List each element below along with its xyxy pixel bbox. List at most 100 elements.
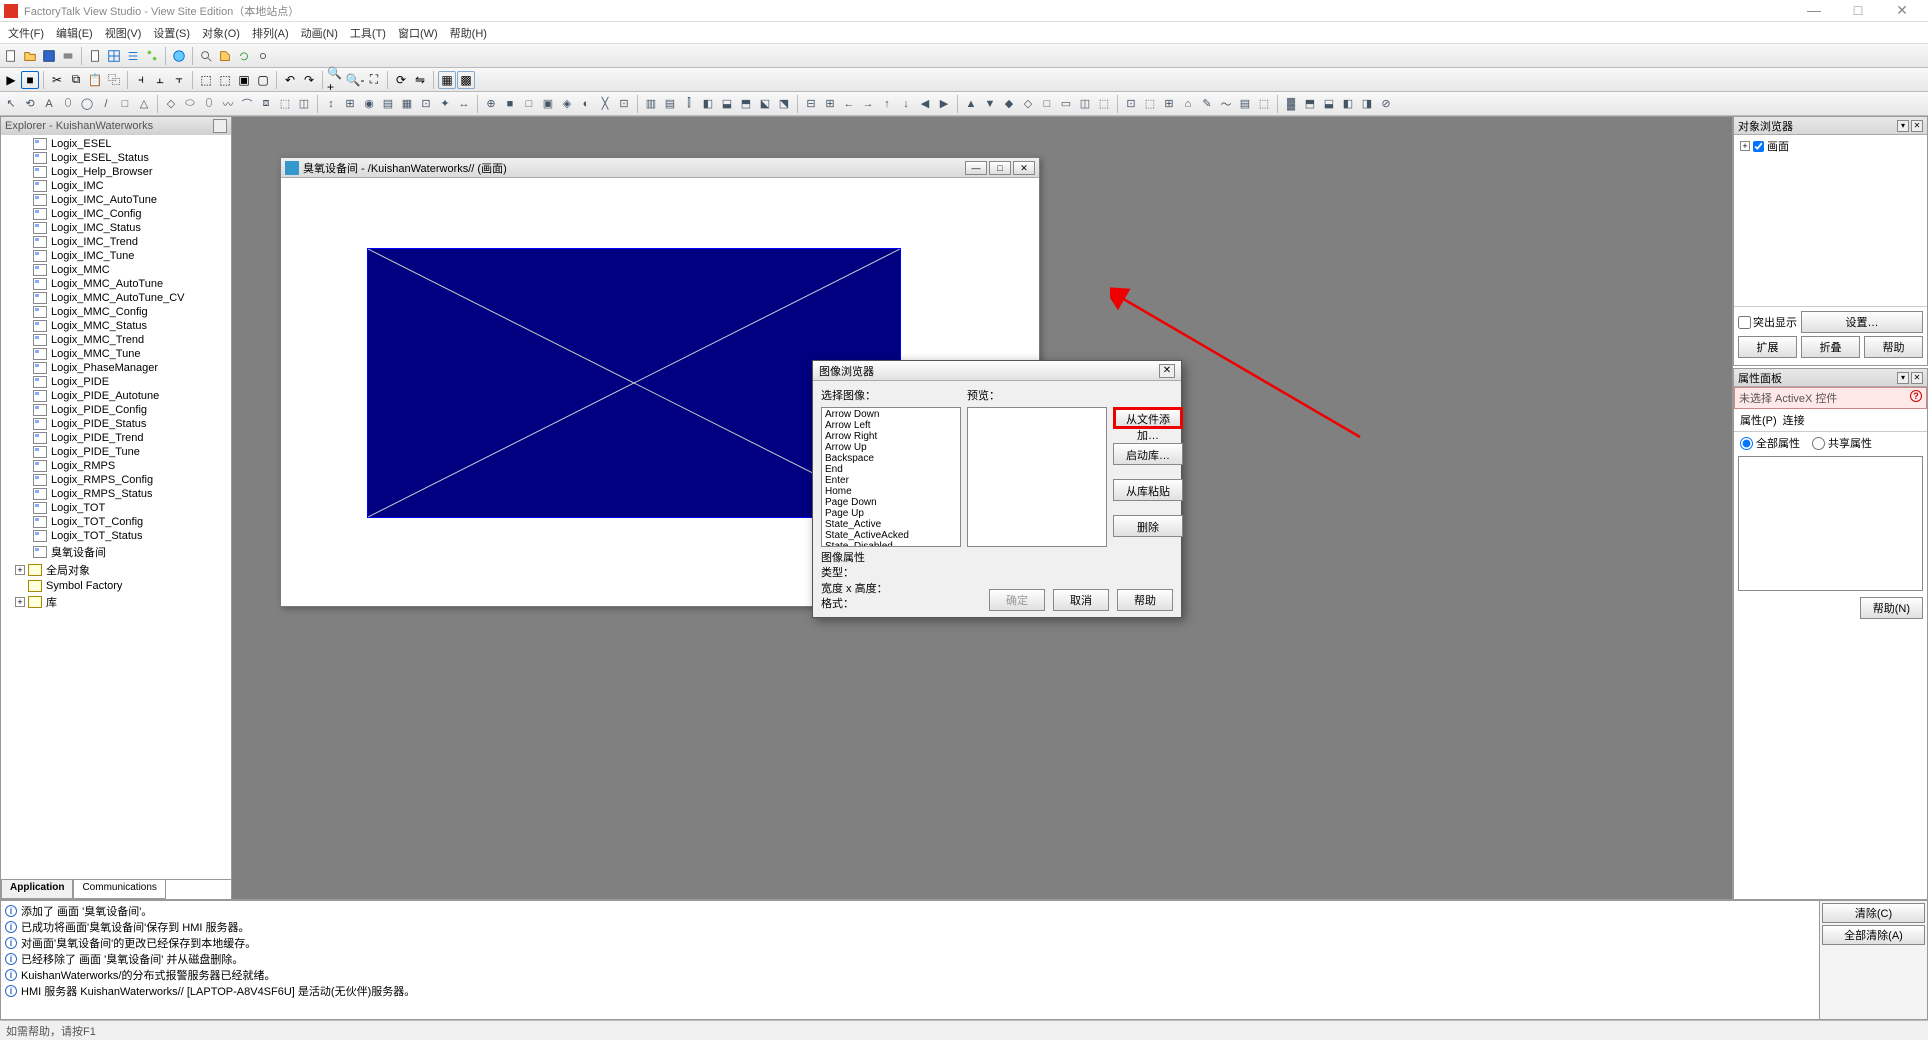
- tree-item[interactable]: Logix_MMC_Tune: [3, 347, 229, 361]
- tool-31[interactable]: ⊡: [615, 95, 633, 113]
- tool-64[interactable]: ▓: [1282, 95, 1300, 113]
- tool-21[interactable]: ⊡: [417, 95, 435, 113]
- tree-item[interactable]: Logix_PIDE_Config: [3, 403, 229, 417]
- tab-connection[interactable]: 连接: [1783, 412, 1805, 428]
- doc-icon[interactable]: [86, 47, 104, 65]
- tool-34[interactable]: ⫿: [680, 95, 698, 113]
- list-icon[interactable]: [124, 47, 142, 65]
- radio-all-properties[interactable]: 全部属性: [1740, 435, 1800, 451]
- open-icon[interactable]: [21, 47, 39, 65]
- tree-item[interactable]: Logix_TOT: [3, 501, 229, 515]
- tree-item[interactable]: Logix_PIDE_Status: [3, 417, 229, 431]
- tool-51[interactable]: ◇: [1019, 95, 1037, 113]
- image-list-item[interactable]: Page Up: [823, 508, 959, 519]
- property-listbox[interactable]: [1738, 456, 1923, 591]
- tree-item[interactable]: Logix_RMPS: [3, 459, 229, 473]
- menu-编辑[interactable]: 编辑(E): [50, 25, 99, 41]
- tool-66[interactable]: ⬓: [1320, 95, 1338, 113]
- maximize-button[interactable]: □: [1836, 0, 1880, 22]
- tool-20[interactable]: ▦: [398, 95, 416, 113]
- image-listbox[interactable]: Arrow DownArrow LeftArrow RightArrow UpB…: [821, 407, 961, 547]
- expand-button[interactable]: 扩展: [1738, 336, 1797, 358]
- align-right-icon[interactable]: ⫟: [170, 71, 188, 89]
- doc-close-button[interactable]: ✕: [1013, 161, 1035, 175]
- panel-close-icon[interactable]: ✕: [1911, 372, 1923, 384]
- tool-54[interactable]: ◫: [1076, 95, 1094, 113]
- tree-item[interactable]: Logix_PIDE_Autotune: [3, 389, 229, 403]
- tool-14[interactable]: ⬚: [276, 95, 294, 113]
- minimize-button[interactable]: —: [1792, 0, 1836, 22]
- tree-item[interactable]: Logix_MMC_Config: [3, 305, 229, 319]
- tool-10[interactable]: ⬯: [200, 95, 218, 113]
- tree-item[interactable]: Logix_TOT_Status: [3, 529, 229, 543]
- tool-69[interactable]: ⊘: [1377, 95, 1395, 113]
- tag-icon[interactable]: [216, 47, 234, 65]
- tree-item[interactable]: Logix_IMC_Status: [3, 221, 229, 235]
- menu-动画[interactable]: 动画(N): [295, 25, 344, 41]
- image-list-item[interactable]: Page Down: [823, 497, 959, 508]
- tool-52[interactable]: □: [1038, 95, 1056, 113]
- obj-tree-root[interactable]: +画面: [1736, 137, 1925, 155]
- tool-7[interactable]: △: [135, 95, 153, 113]
- menu-对象[interactable]: 对象(O): [196, 25, 246, 41]
- tool-55[interactable]: ⬚: [1095, 95, 1113, 113]
- tool-40[interactable]: ⊟: [802, 95, 820, 113]
- image-list-item[interactable]: Arrow Left: [823, 420, 959, 431]
- duplicate-icon[interactable]: ⿻: [105, 71, 123, 89]
- tool-50[interactable]: ◆: [1000, 95, 1018, 113]
- zoom-in-icon[interactable]: 🔍+: [327, 71, 345, 89]
- tool-28[interactable]: ◈: [558, 95, 576, 113]
- panel-close-icon[interactable]: ✕: [1911, 120, 1923, 132]
- tool-39[interactable]: ⬔: [775, 95, 793, 113]
- image-list-item[interactable]: Arrow Down: [823, 409, 959, 420]
- tool-22[interactable]: ✦: [436, 95, 454, 113]
- collapse-button[interactable]: 折叠: [1801, 336, 1860, 358]
- snap-icon[interactable]: ▦: [438, 71, 456, 89]
- tree-item[interactable]: Logix_Help_Browser: [3, 165, 229, 179]
- tool-56[interactable]: ⊡: [1122, 95, 1140, 113]
- dialog-close-button[interactable]: ✕: [1159, 364, 1175, 378]
- tool-41[interactable]: ⊞: [821, 95, 839, 113]
- tree-item[interactable]: Logix_MMC_Status: [3, 319, 229, 333]
- tool-47[interactable]: ▶: [935, 95, 953, 113]
- image-list-item[interactable]: State_Active: [823, 519, 959, 530]
- obj-help-button[interactable]: 帮助: [1864, 336, 1923, 358]
- tool-23[interactable]: ↔: [455, 95, 473, 113]
- tree-item[interactable]: Logix_IMC: [3, 179, 229, 193]
- tree-item[interactable]: Logix_PIDE_Trend: [3, 431, 229, 445]
- tool-16[interactable]: ↕: [322, 95, 340, 113]
- tool-53[interactable]: ▭: [1057, 95, 1075, 113]
- dialog-titlebar[interactable]: 图像浏览器 ✕: [813, 361, 1181, 381]
- tool-36[interactable]: ⬓: [718, 95, 736, 113]
- tool-57[interactable]: ⬚: [1141, 95, 1159, 113]
- tool-63[interactable]: ⬚: [1255, 95, 1273, 113]
- tool-12[interactable]: ⌒: [238, 95, 256, 113]
- doc-minimize-button[interactable]: —: [965, 161, 987, 175]
- tool-38[interactable]: ⬕: [756, 95, 774, 113]
- tool-17[interactable]: ⊞: [341, 95, 359, 113]
- ok-button[interactable]: 确定: [989, 589, 1045, 611]
- front-icon[interactable]: ▣: [235, 71, 253, 89]
- root-checkbox[interactable]: [1753, 141, 1764, 152]
- zoom-out-icon[interactable]: 🔍-: [346, 71, 364, 89]
- back-icon[interactable]: ▢: [254, 71, 272, 89]
- undo-icon[interactable]: ↶: [281, 71, 299, 89]
- rotate-icon[interactable]: ⟳: [392, 71, 410, 89]
- redo-icon[interactable]: ↷: [300, 71, 318, 89]
- tool-27[interactable]: ▣: [539, 95, 557, 113]
- menu-排列[interactable]: 排列(A): [246, 25, 295, 41]
- tool-8[interactable]: ◇: [162, 95, 180, 113]
- tree-item[interactable]: Logix_MMC_Trend: [3, 333, 229, 347]
- doc-maximize-button[interactable]: □: [989, 161, 1011, 175]
- menu-视图[interactable]: 视图(V): [99, 25, 148, 41]
- settings-icon[interactable]: [254, 47, 272, 65]
- tool-62[interactable]: ▤: [1236, 95, 1254, 113]
- tool-43[interactable]: →: [859, 95, 877, 113]
- tab-properties[interactable]: 属性(P): [1740, 412, 1777, 428]
- tool-49[interactable]: ▼: [981, 95, 999, 113]
- flip-icon[interactable]: ⇋: [411, 71, 429, 89]
- warning-icon[interactable]: ?: [1910, 390, 1922, 402]
- tool-65[interactable]: ⬒: [1301, 95, 1319, 113]
- tree-item[interactable]: Logix_ESEL_Status: [3, 151, 229, 165]
- tool-19[interactable]: ▤: [379, 95, 397, 113]
